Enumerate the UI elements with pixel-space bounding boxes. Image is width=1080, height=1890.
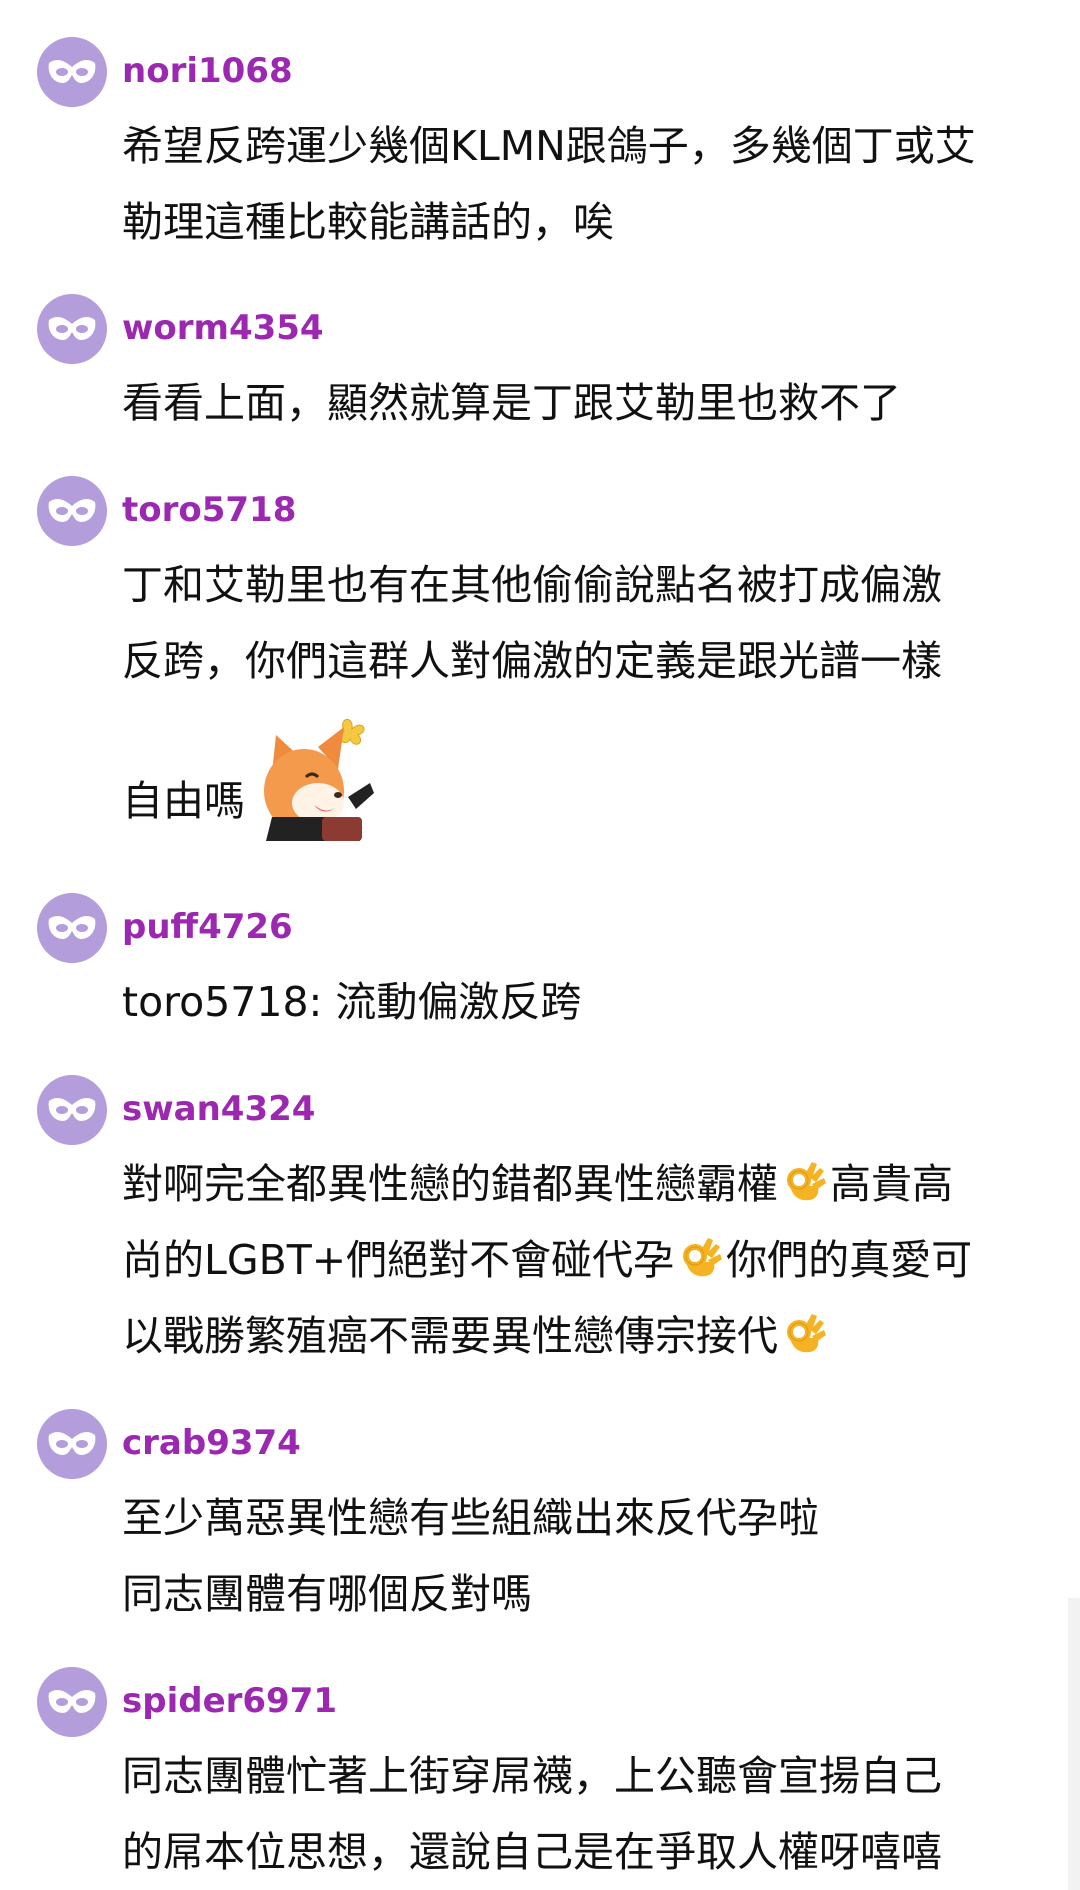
username[interactable]: spider6971	[122, 1675, 337, 1727]
avatar[interactable]	[37, 893, 107, 963]
comment-line: 勒理這種比較能講話的，唉	[122, 198, 614, 246]
avatar[interactable]	[37, 1667, 107, 1737]
comment-text: 看看上面，顯然就算是丁跟艾勒里也救不了	[122, 365, 1052, 441]
comment-text: 至少萬惡異性戀有些組織出來反代孕啦 同志團體有哪個反對嗎	[122, 1480, 1052, 1632]
comment-text-segment: 對啊完全都異性戀的錯都異性戀霸權	[122, 1160, 778, 1208]
comment-text: 丁和艾勒里也有在其他偷偷說點名被打成偏激 反跨，你們這群人對偏激的定義是跟光譜一…	[122, 547, 1052, 841]
avatar[interactable]	[37, 37, 107, 107]
mask-icon	[48, 1432, 96, 1455]
username[interactable]: nori1068	[122, 45, 293, 97]
fox-sticker-icon	[264, 719, 374, 841]
comment-line: 希望反跨運少幾個KLMN跟鴿子，多幾個丁或艾	[122, 122, 976, 170]
comment-text: toro5718: 流動偏激反跨	[122, 964, 1052, 1040]
sticker-line: 自由嗎	[122, 699, 1052, 841]
comment-text-segment: 你們的真愛可	[726, 1236, 973, 1284]
comment-line: 丁和艾勒里也有在其他偷偷說點名被打成偏激	[122, 561, 942, 609]
mask-icon	[48, 317, 96, 340]
comment-line: 看看上面，顯然就算是丁跟艾勒里也救不了	[122, 379, 901, 427]
avatar[interactable]	[37, 1075, 107, 1145]
comment-line: 的屌本位思想，還說自己是在爭取人權呀嘻嘻	[122, 1828, 942, 1876]
comment-line: 至少萬惡異性戀有些組織出來反代孕啦	[122, 1494, 819, 1542]
comment-text-segment: 以戰勝繁殖癌不需要異性戀傳宗接代	[122, 1312, 778, 1360]
avatar[interactable]	[37, 1409, 107, 1479]
username[interactable]: puff4726	[122, 901, 293, 953]
comment-text: 對啊完全都異性戀的錯都異性戀霸權 高貴高 尚的LGBT+們絕對不會碰代孕 你們的真愛…	[122, 1146, 1052, 1374]
mask-icon	[48, 499, 96, 522]
mask-icon	[48, 1690, 96, 1713]
username[interactable]: toro5718	[122, 484, 296, 536]
comment-line: 尚的LGBT+們絕對不會碰代孕 你們的真愛可	[122, 1222, 1052, 1298]
avatar[interactable]	[37, 294, 107, 364]
comment-line: 同志團體忙著上街穿屌襪，上公聽會宣揚自己	[122, 1752, 942, 1800]
ok-hand-emoji-icon	[787, 1162, 826, 1201]
comment-line: 自由嗎	[122, 777, 245, 825]
username[interactable]: crab9374	[122, 1417, 301, 1469]
mask-icon	[48, 916, 96, 939]
username[interactable]: worm4354	[122, 302, 324, 354]
ok-hand-emoji-icon	[683, 1238, 723, 1277]
comment-text: 同志團體忙著上街穿屌襪，上公聽會宣揚自己 的屌本位思想，還說自己是在爭取人權呀嘻…	[122, 1738, 1052, 1890]
comment-line: toro5718: 流動偏激反跨	[122, 978, 582, 1026]
mask-icon	[48, 60, 96, 83]
comment-line: 同志團體有哪個反對嗎	[122, 1570, 532, 1618]
avatar[interactable]	[37, 476, 107, 546]
ok-hand-emoji-icon	[787, 1314, 826, 1353]
comment-text-segment: 高貴高	[830, 1160, 953, 1208]
scrollbar-track[interactable]	[1068, 1598, 1080, 1890]
comment-text-segment: 尚的LGBT+們絕對不會碰代孕	[122, 1236, 675, 1284]
comment-line: 以戰勝繁殖癌不需要異性戀傳宗接代	[122, 1298, 1052, 1374]
comment-text: 希望反跨運少幾個KLMN跟鴿子，多幾個丁或艾 勒理這種比較能講話的，唉	[122, 108, 1052, 260]
comment-line: 對啊完全都異性戀的錯都異性戀霸權 高貴高	[122, 1146, 1052, 1222]
mask-icon	[48, 1098, 96, 1121]
username[interactable]: swan4324	[122, 1083, 315, 1135]
comment-line: 反跨，你們這群人對偏激的定義是跟光譜一樣	[122, 637, 942, 685]
